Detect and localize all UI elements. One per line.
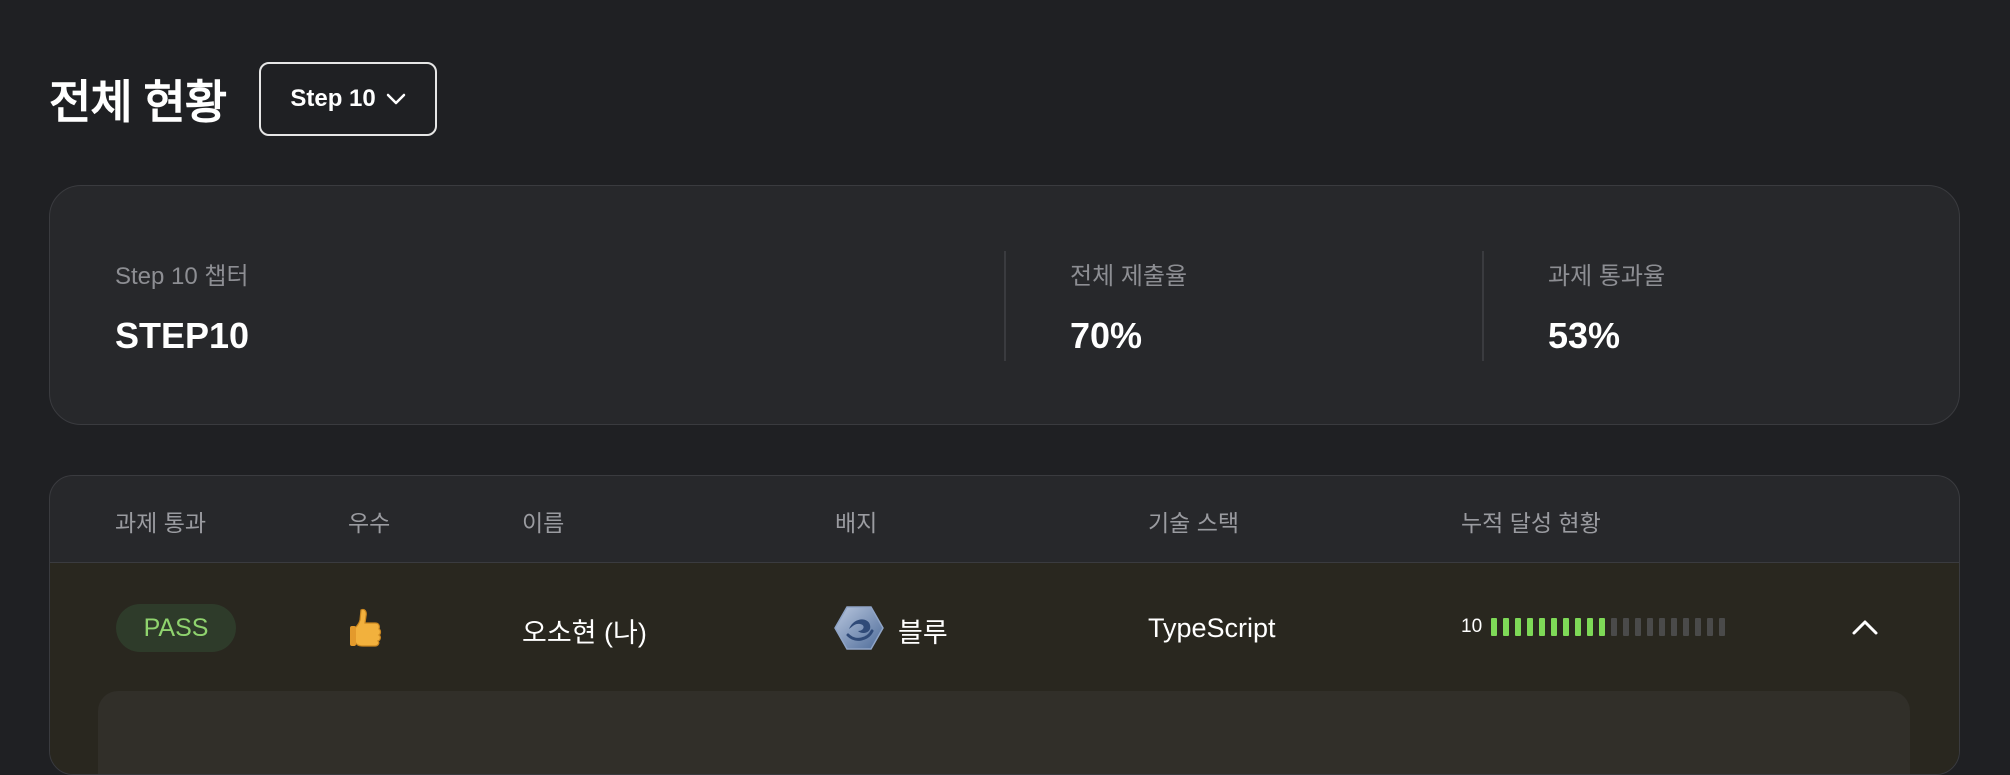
blue-badge-icon xyxy=(834,606,884,650)
submission-value: 70% xyxy=(1070,315,1143,356)
step-select-value: Step 10 xyxy=(290,85,376,112)
progress-segment-complete xyxy=(1491,618,1498,636)
divider xyxy=(1482,251,1484,361)
progress-segment-incomplete xyxy=(1659,618,1666,636)
progress-indicator: 10 xyxy=(1461,616,1731,638)
progress-segment-complete xyxy=(1539,618,1546,636)
divider xyxy=(1004,251,1006,361)
progress-segment-incomplete xyxy=(1683,618,1690,636)
chevron-down-icon xyxy=(386,93,405,105)
thumbs-up-icon xyxy=(350,608,382,647)
submission-stat: 전체 제출율 70% xyxy=(1070,256,1187,357)
progress-segment-complete xyxy=(1575,618,1582,636)
table-header: 과제 통과 우수 이름 배지 기술 스택 누적 달성 현황 xyxy=(50,476,1959,563)
column-header-excellent: 우수 xyxy=(348,510,391,536)
chapter-value: STEP10 xyxy=(115,315,250,356)
progress-segment-incomplete xyxy=(1695,618,1702,636)
status-badge: PASS xyxy=(116,604,236,652)
progress-count: 10 xyxy=(1461,616,1483,637)
progress-segment-complete xyxy=(1599,618,1606,636)
progress-segments xyxy=(1491,618,1731,636)
tech-stack: TypeScript xyxy=(1148,613,1276,643)
pass-rate-stat: 과제 통과율 53% xyxy=(1548,256,1665,357)
row-detail-panel xyxy=(98,691,1910,774)
submissions-table: 과제 통과 우수 이름 배지 기술 스택 누적 달성 현황 PASS 오소현 (… xyxy=(49,475,1960,775)
chapter-label: Step 10 챕터 xyxy=(115,263,249,290)
column-header-badge: 배지 xyxy=(835,510,878,536)
progress-segment-complete xyxy=(1551,618,1558,636)
chapter-stat: Step 10 챕터 STEP10 xyxy=(115,256,249,357)
progress-segment-complete xyxy=(1515,618,1522,636)
progress-segment-complete xyxy=(1587,618,1594,636)
progress-segment-incomplete xyxy=(1635,618,1642,636)
progress-segment-incomplete xyxy=(1671,618,1678,636)
submission-label: 전체 제출율 xyxy=(1070,263,1188,290)
table-row[interactable]: PASS 오소현 (나) 블루 TypeScript 10 xyxy=(50,563,1959,774)
progress-segment-complete xyxy=(1563,618,1570,636)
progress-segment-incomplete xyxy=(1647,618,1654,636)
step-select-dropdown[interactable]: Step 10 xyxy=(259,62,438,136)
progress-segment-incomplete xyxy=(1611,618,1618,636)
pass-rate-label: 과제 통과율 xyxy=(1548,263,1666,290)
progress-segment-incomplete xyxy=(1623,618,1630,636)
column-header-progress: 누적 달성 현황 xyxy=(1461,510,1601,536)
column-header-pass: 과제 통과 xyxy=(115,510,207,536)
student-name: 오소현 (나) xyxy=(522,618,647,648)
progress-segment-incomplete xyxy=(1707,618,1714,636)
badge-label: 블루 xyxy=(898,618,948,648)
column-header-tech-stack: 기술 스택 xyxy=(1148,510,1240,536)
progress-segment-complete xyxy=(1527,618,1534,636)
progress-segment-incomplete xyxy=(1719,618,1726,636)
chevron-up-icon[interactable] xyxy=(1850,613,1880,643)
pass-rate-value: 53% xyxy=(1548,315,1621,356)
summary-card: Step 10 챕터 STEP10 전체 제출율 70% 과제 통과율 53% xyxy=(49,185,1960,425)
page-title: 전체 현황 xyxy=(49,76,227,128)
progress-segment-complete xyxy=(1503,618,1510,636)
page-header: 전체 현황 Step 10 xyxy=(49,60,438,138)
column-header-name: 이름 xyxy=(522,510,565,536)
